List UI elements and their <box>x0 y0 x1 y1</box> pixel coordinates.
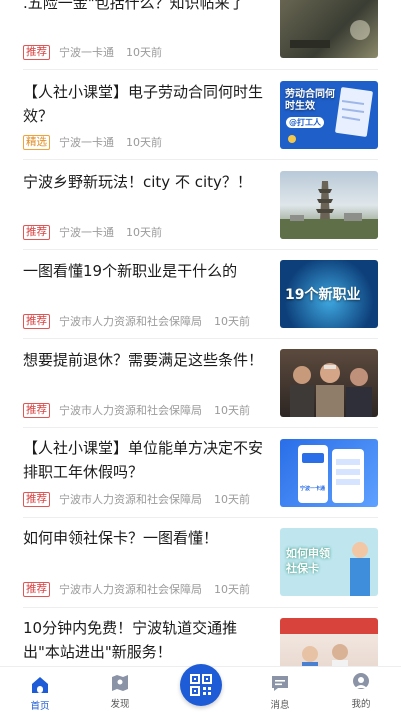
article-thumbnail[interactable]: 宁波一卡通 <box>280 439 378 507</box>
list-item[interactable]: 【人社小课堂】单位能单方决定不安排职工年休假吗？ 推荐 宁波市人力资源和社会保障… <box>0 428 401 518</box>
article-title[interactable]: 宁波乡野新玩法！city 不 city？！ <box>23 170 271 194</box>
list-item[interactable]: 如何申领社保卡？一图看懂！ 推荐 宁波市人力资源和社会保障局 10天前 如何申领… <box>0 518 401 608</box>
tab-home[interactable]: 首页 <box>10 667 70 712</box>
article-thumbnail[interactable]: 19个新职业 <box>280 260 378 328</box>
list-item[interactable]: 宁波乡野新玩法！city 不 city？！ 推荐 宁波一卡通 10天前 <box>0 160 401 250</box>
article-source: 宁波市人力资源和社会保障局 <box>59 315 202 328</box>
message-icon <box>272 676 288 691</box>
qr-scan-button[interactable] <box>180 664 222 706</box>
article-source: 宁波市人力资源和社会保障局 <box>59 583 202 596</box>
recommend-tag: 推荐 <box>23 313 50 329</box>
thumbnail-caption: 宁波一卡通 <box>300 486 326 492</box>
recommend-tag: 推荐 <box>23 581 50 597</box>
article-thumbnail[interactable]: 劳动合同何时生效 @打工人 <box>280 81 378 149</box>
article-title[interactable]: 如何申领社保卡？一图看懂！ <box>23 526 271 550</box>
list-item[interactable]: 【人社小课堂】电子劳动合同何时生效？ 精选 宁波一卡通 10天前 劳动合同何时生… <box>0 70 401 160</box>
article-time: 10天前 <box>214 315 250 328</box>
article-title[interactable]: 想要提前退休？需要满足这些条件！ <box>23 348 271 372</box>
article-time: 10天前 <box>126 136 162 149</box>
article-source: 宁波一卡通 <box>59 136 114 149</box>
list-item[interactable]: 想要提前退休？需要满足这些条件！ 推荐 宁波市人力资源和社会保障局 10天前 <box>0 339 401 428</box>
article-thumbnail[interactable] <box>280 0 378 58</box>
article-thumbnail[interactable] <box>280 171 378 239</box>
list-item[interactable]: .五险一金"包括什么？知识帖来了 推荐 宁波一卡通 10天前 <box>0 0 401 70</box>
article-time: 10天前 <box>126 226 162 239</box>
tab-label: 消息 <box>270 700 290 711</box>
news-feed: .五险一金"包括什么？知识帖来了 推荐 宁波一卡通 10天前 【人社小课堂】电子… <box>0 0 401 666</box>
user-icon <box>353 673 369 689</box>
featured-tag: 精选 <box>23 134 50 150</box>
thumbnail-caption: 19个新职业 <box>285 287 361 303</box>
article-time: 10天前 <box>214 404 250 417</box>
list-item[interactable]: 一图看懂19个新职业是干什么的 推荐 宁波市人力资源和社会保障局 10天前 19… <box>0 250 401 339</box>
article-title[interactable]: 【人社小课堂】电子劳动合同何时生效？ <box>23 80 271 128</box>
tab-label: 首页 <box>30 701 50 712</box>
tab-profile[interactable]: 我的 <box>331 667 391 712</box>
article-thumbnail[interactable]: 如何申领社保卡 <box>280 528 378 596</box>
article-thumbnail[interactable] <box>280 618 378 666</box>
article-source: 宁波市人力资源和社会保障局 <box>59 404 202 417</box>
article-source: 宁波一卡通 <box>59 226 114 239</box>
article-title[interactable]: 一图看懂19个新职业是干什么的 <box>23 259 271 283</box>
tab-label: 我的 <box>351 699 371 710</box>
article-source: 宁波一卡通 <box>59 46 114 59</box>
home-icon <box>32 677 48 693</box>
article-title[interactable]: 10分钟内免费！宁波轨道交通推出"本站进出"新服务！ <box>23 616 271 664</box>
tab-messages[interactable]: 消息 <box>250 667 310 712</box>
recommend-tag: 推荐 <box>23 491 50 507</box>
article-title[interactable]: 【人社小课堂】单位能单方决定不安排职工年休假吗？ <box>23 436 271 484</box>
recommend-tag: 推荐 <box>23 224 50 240</box>
article-thumbnail[interactable] <box>280 349 378 417</box>
tab-label: 发现 <box>110 699 130 710</box>
tab-discover[interactable]: 发现 <box>90 667 150 712</box>
article-time: 10天前 <box>214 583 250 596</box>
qr-code-icon <box>190 674 212 696</box>
recommend-tag: 推荐 <box>23 402 50 418</box>
map-icon <box>112 675 128 691</box>
article-time: 10天前 <box>214 493 250 506</box>
article-title[interactable]: .五险一金"包括什么？知识帖来了 <box>23 0 271 15</box>
list-item[interactable]: 10分钟内免费！宁波轨道交通推出"本站进出"新服务！ <box>0 608 401 666</box>
article-time: 10天前 <box>126 46 162 59</box>
recommend-tag: 推荐 <box>23 44 50 60</box>
article-source: 宁波市人力资源和社会保障局 <box>59 493 202 506</box>
